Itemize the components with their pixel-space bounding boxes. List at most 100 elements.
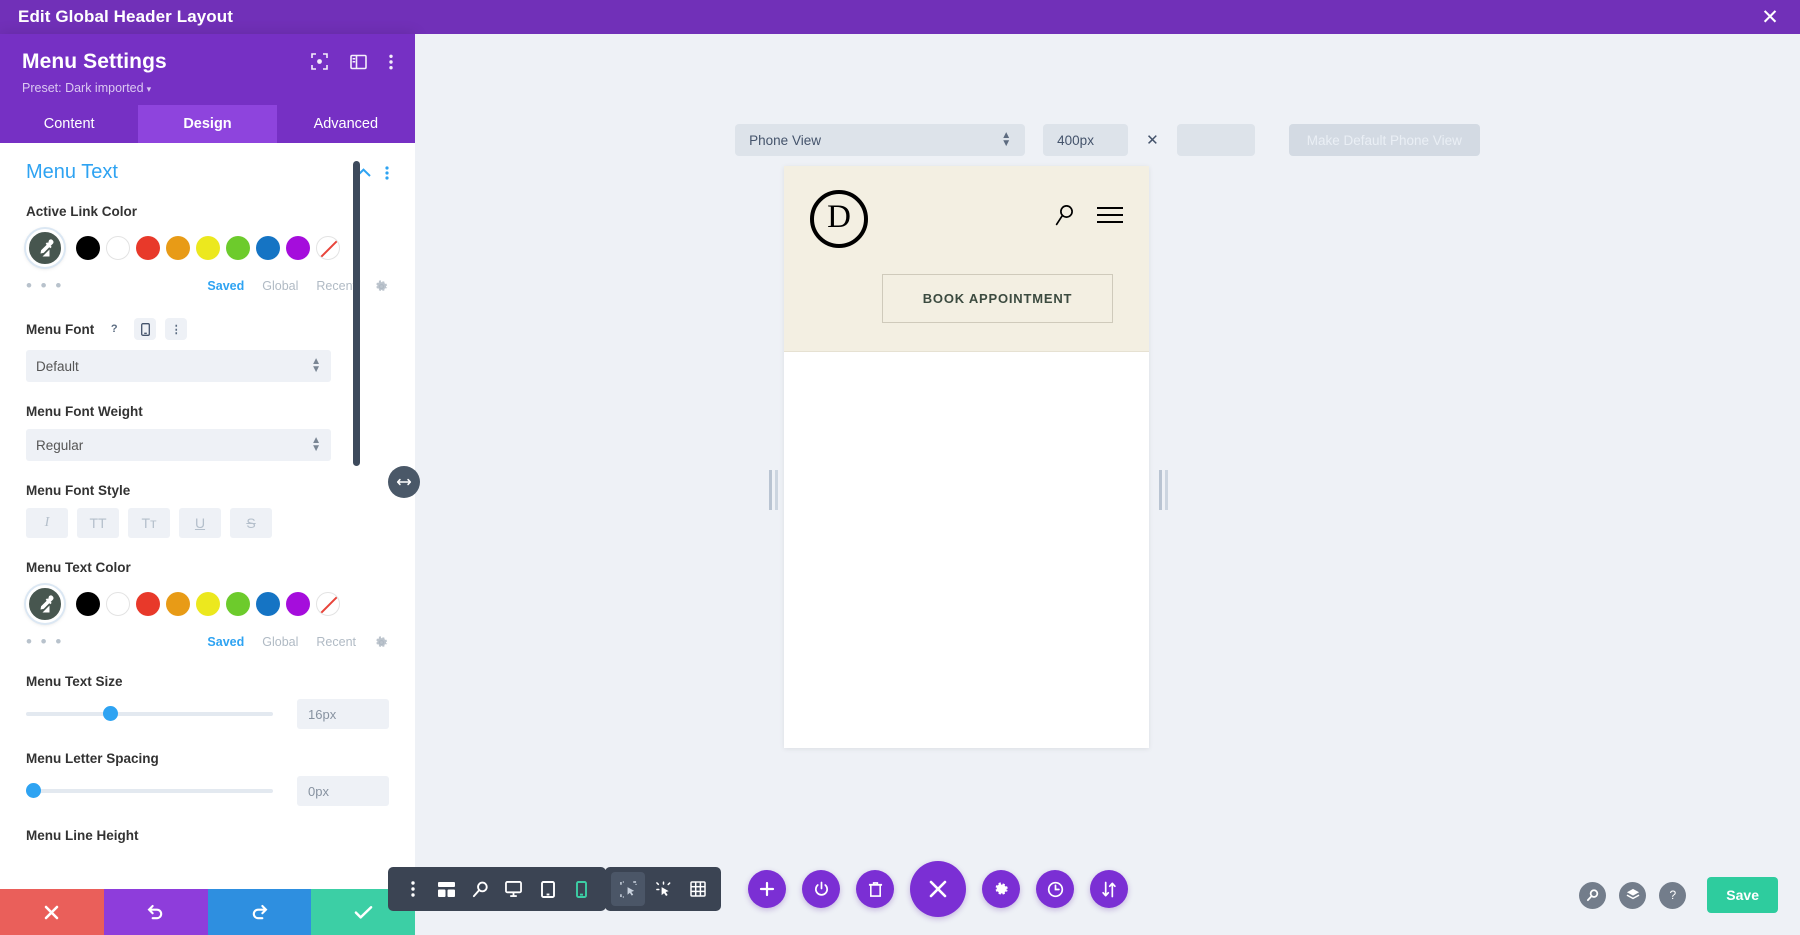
site-body-preview: [784, 352, 1149, 632]
cancel-button[interactable]: [0, 889, 104, 935]
preset-selector[interactable]: Preset: Dark imported▾: [22, 81, 393, 95]
view-mode-select[interactable]: Phone View ▲▼: [735, 124, 1025, 156]
add-icon[interactable]: [748, 870, 786, 908]
sort-arrows-icon[interactable]: [1090, 870, 1128, 908]
swatch-red[interactable]: [136, 236, 160, 260]
menu-letter-spacing-value[interactable]: 0px: [297, 776, 389, 806]
small-caps-button[interactable]: Tᴛ: [128, 508, 170, 538]
phone-icon[interactable]: [564, 872, 598, 906]
responsive-view-bar: Phone View ▲▼ 400px ✕ Make Default Phone…: [415, 124, 1800, 156]
swatch-blue[interactable]: [256, 592, 280, 616]
swatch-yellow[interactable]: [196, 592, 220, 616]
hamburger-menu-icon[interactable]: [1097, 207, 1123, 223]
grid-icon[interactable]: [681, 872, 715, 906]
swatch-green[interactable]: [226, 236, 250, 260]
swatch-red[interactable]: [136, 592, 160, 616]
site-logo[interactable]: D: [810, 190, 868, 248]
swatch-black[interactable]: [76, 236, 100, 260]
menu-font-select[interactable]: Default ▲▼: [26, 350, 331, 382]
more-colors-icon[interactable]: • • •: [26, 276, 207, 296]
section-title: Menu Text: [26, 161, 356, 184]
history-clock-icon[interactable]: [1036, 870, 1074, 908]
tab-content[interactable]: Content: [0, 105, 138, 143]
desktop-icon[interactable]: [497, 872, 531, 906]
palette-gear-icon[interactable]: [374, 279, 389, 294]
left-resize-handle[interactable]: [769, 470, 772, 510]
tablet-icon[interactable]: [531, 872, 565, 906]
zoom-icon[interactable]: [463, 872, 497, 906]
swatch-purple[interactable]: [286, 236, 310, 260]
slider-knob[interactable]: [103, 706, 118, 721]
underline-button[interactable]: U: [179, 508, 221, 538]
swatch-purple[interactable]: [286, 592, 310, 616]
search-icon[interactable]: [1579, 882, 1606, 909]
left-resize-handle-secondary[interactable]: [775, 470, 778, 510]
panel-resize-handle[interactable]: [388, 466, 420, 498]
make-default-phone-view-button[interactable]: Make Default Phone View: [1289, 124, 1480, 156]
help-icon[interactable]: ?: [1659, 882, 1686, 909]
tab-advanced[interactable]: Advanced: [277, 105, 415, 143]
menu-font-kebab-icon[interactable]: ⋮: [165, 318, 187, 340]
panel-scrollbar[interactable]: [353, 161, 360, 466]
focus-frame-icon[interactable]: [311, 53, 328, 70]
palette-gear-icon[interactable]: [374, 635, 389, 650]
swatch-blue[interactable]: [256, 236, 280, 260]
swatch-white[interactable]: [106, 592, 130, 616]
swatch-black[interactable]: [76, 592, 100, 616]
menu-text-size-slider[interactable]: [26, 712, 273, 716]
book-appointment-button[interactable]: BOOK APPOINTMENT: [882, 274, 1113, 323]
palette-tab-recent[interactable]: Recent: [316, 635, 356, 649]
settings-panel: Menu Settings: [0, 34, 415, 935]
settings-gear-icon[interactable]: [982, 870, 1020, 908]
menu-text-size-value[interactable]: 16px: [297, 699, 389, 729]
palette-tab-saved[interactable]: Saved: [207, 279, 244, 293]
palette-tab-saved[interactable]: Saved: [207, 635, 244, 649]
redo-button[interactable]: [208, 889, 312, 935]
help-icon[interactable]: ?: [103, 318, 125, 340]
swatch-transparent[interactable]: [316, 236, 340, 260]
swatch-white[interactable]: [106, 236, 130, 260]
strikethrough-button[interactable]: S: [230, 508, 272, 538]
section-kebab-menu-icon[interactable]: [385, 166, 389, 180]
close-window-button[interactable]: ✕: [1758, 5, 1782, 29]
palette-tab-global[interactable]: Global: [262, 279, 298, 293]
window-title: Edit Global Header Layout: [18, 7, 233, 27]
swatch-yellow[interactable]: [196, 236, 220, 260]
eyedropper-icon[interactable]: [26, 585, 64, 623]
dimension-separator-icon: ✕: [1146, 131, 1159, 149]
menu-font-label: Menu Font: [26, 322, 94, 337]
trash-icon[interactable]: [856, 870, 894, 908]
more-colors-icon[interactable]: • • •: [26, 632, 207, 652]
tab-design[interactable]: Design: [138, 105, 276, 143]
palette-tab-recent[interactable]: Recent: [316, 279, 356, 293]
slider-knob[interactable]: [26, 783, 41, 798]
swatch-green[interactable]: [226, 592, 250, 616]
layers-icon[interactable]: [1619, 882, 1646, 909]
search-icon[interactable]: [1055, 204, 1075, 226]
palette-tab-global[interactable]: Global: [262, 635, 298, 649]
power-icon[interactable]: [802, 870, 840, 908]
right-resize-handle-secondary[interactable]: [1165, 470, 1168, 510]
swatch-transparent[interactable]: [316, 592, 340, 616]
kebab-menu-icon[interactable]: [396, 872, 430, 906]
italic-button[interactable]: I: [26, 508, 68, 538]
save-button[interactable]: Save: [1707, 877, 1778, 913]
close-icon[interactable]: [910, 861, 966, 917]
viewport-width-input[interactable]: 400px: [1043, 124, 1128, 156]
viewport-height-input[interactable]: [1177, 124, 1255, 156]
phone-icon[interactable]: [134, 318, 156, 340]
wireframe-icon[interactable]: [430, 872, 464, 906]
phone-preview-frame: D BOOK APPOINTMENT: [784, 166, 1149, 748]
select-area-icon[interactable]: [611, 872, 645, 906]
swatch-orange[interactable]: [166, 592, 190, 616]
eyedropper-icon[interactable]: [26, 229, 64, 267]
menu-letter-spacing-slider[interactable]: [26, 789, 273, 793]
click-pointer-icon[interactable]: [646, 872, 680, 906]
swatch-orange[interactable]: [166, 236, 190, 260]
panel-kebab-menu-icon[interactable]: [389, 54, 393, 70]
undo-button[interactable]: [104, 889, 208, 935]
uppercase-button[interactable]: TT: [77, 508, 119, 538]
right-resize-handle[interactable]: [1159, 470, 1162, 510]
panel-layout-icon[interactable]: [350, 54, 367, 70]
menu-font-weight-select[interactable]: Regular ▲▼: [26, 429, 331, 461]
